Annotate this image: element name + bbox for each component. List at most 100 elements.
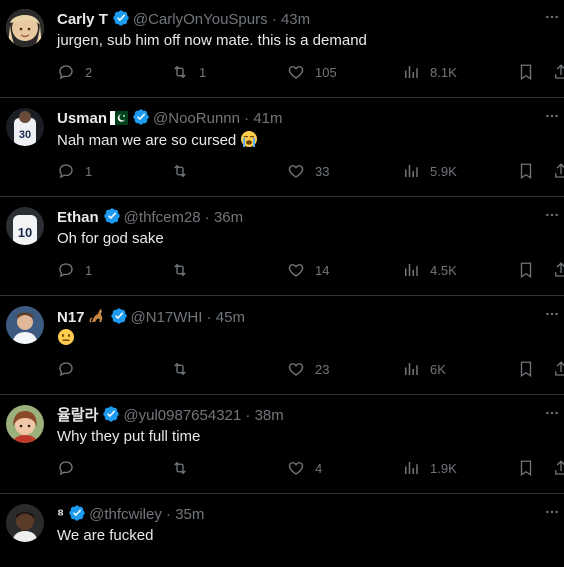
- heart-icon: [287, 162, 305, 180]
- like-count: 33: [315, 163, 330, 179]
- reply-button[interactable]: 1: [57, 161, 92, 181]
- display-name[interactable]: Usman: [57, 110, 107, 127]
- timestamp[interactable]: 36m: [214, 209, 243, 226]
- tweet[interactable]: Carly T @CarlyOnYouSpurs · 43m jurgen, su…: [0, 0, 564, 97]
- bookmark-button[interactable]: [517, 359, 535, 379]
- bookmark-button[interactable]: [517, 161, 535, 181]
- more-options-icon[interactable]: [544, 405, 560, 421]
- display-name[interactable]: Ethan: [57, 209, 99, 226]
- timestamp[interactable]: 38m: [255, 407, 284, 424]
- more-options-icon[interactable]: [544, 108, 560, 124]
- heart-icon: [287, 360, 305, 378]
- analytics-icon: [402, 63, 420, 81]
- reply-icon: [57, 162, 75, 180]
- reply-icon: [57, 459, 75, 477]
- retweet-button[interactable]: [171, 161, 199, 181]
- handle[interactable]: @NooRunnn: [153, 110, 240, 127]
- tweet[interactable]: ⁸ @thfcwiley · 35m We are fucked: [0, 495, 564, 567]
- handle[interactable]: @yul0987654321: [123, 407, 241, 424]
- reply-count: 1: [85, 262, 93, 278]
- reply-icon: [57, 360, 75, 378]
- divider: [0, 394, 564, 395]
- views-button[interactable]: 5.9K: [402, 161, 457, 181]
- bookmark-icon: [517, 162, 535, 180]
- heart-icon: [287, 261, 305, 279]
- retweet-button[interactable]: [171, 458, 199, 478]
- share-icon: [552, 261, 564, 279]
- share-button[interactable]: [552, 260, 564, 280]
- view-count: 1.9K: [430, 460, 457, 476]
- handle[interactable]: @N17WHI: [131, 309, 203, 326]
- retweet-button[interactable]: [171, 260, 199, 280]
- tweet[interactable]: 율랄라 @yul0987654321 · 38m Why they put ful…: [0, 396, 564, 493]
- more-options-icon[interactable]: [544, 207, 560, 223]
- reply-button[interactable]: [57, 359, 85, 379]
- retweet-button[interactable]: 1: [171, 62, 206, 82]
- share-button[interactable]: [552, 161, 564, 181]
- reply-button[interactable]: 2: [57, 62, 92, 82]
- bookmark-button[interactable]: [517, 62, 535, 82]
- timestamp[interactable]: 35m: [175, 506, 204, 523]
- avatar[interactable]: [6, 405, 44, 443]
- verified-badge-icon: [132, 108, 150, 126]
- analytics-icon: [402, 261, 420, 279]
- reply-button[interactable]: [57, 458, 85, 478]
- share-button[interactable]: [552, 359, 564, 379]
- display-name[interactable]: Carly T: [57, 11, 108, 28]
- analytics-icon: [402, 360, 420, 378]
- more-options-icon[interactable]: [544, 9, 560, 25]
- reply-icon: [57, 63, 75, 81]
- divider: [0, 295, 564, 296]
- bookmark-button[interactable]: [517, 458, 535, 478]
- view-count: 6K: [430, 361, 446, 377]
- like-count: 105: [315, 64, 337, 80]
- avatar[interactable]: 30: [6, 108, 44, 146]
- views-button[interactable]: 6K: [402, 359, 446, 379]
- share-button[interactable]: [552, 62, 564, 82]
- handle[interactable]: @CarlyOnYouSpurs: [133, 11, 268, 28]
- views-button[interactable]: 4.5K: [402, 260, 457, 280]
- handle[interactable]: @thfcwiley: [89, 506, 162, 523]
- like-button[interactable]: 14: [287, 260, 329, 280]
- separator-dot: ·: [206, 309, 212, 326]
- like-button[interactable]: 33: [287, 161, 329, 181]
- handle[interactable]: @thfcem28: [124, 209, 201, 226]
- like-button[interactable]: 105: [287, 62, 337, 82]
- tweet[interactable]: 30 Usman @NooRunnn · 41m Nah man we are s…: [0, 99, 564, 196]
- bookmark-icon: [517, 459, 535, 477]
- like-button[interactable]: 23: [287, 359, 329, 379]
- retweet-count: 1: [199, 64, 207, 80]
- views-button[interactable]: 8.1K: [402, 62, 457, 82]
- tweet-header: Ethan @thfcem28 · 36m: [57, 207, 243, 228]
- share-button[interactable]: [552, 458, 564, 478]
- display-name[interactable]: 율랄라: [57, 407, 98, 424]
- bookmark-icon: [517, 261, 535, 279]
- retweet-button[interactable]: [171, 359, 199, 379]
- display-name[interactable]: N17: [57, 309, 85, 326]
- pakistan-flag-icon: [110, 111, 129, 125]
- tweet[interactable]: 10 Ethan @thfcem28 · 36m Oh for god sake …: [0, 198, 564, 295]
- avatar[interactable]: [6, 9, 44, 47]
- verified-badge-icon: [112, 9, 130, 27]
- views-button[interactable]: 1.9K: [402, 458, 457, 478]
- timestamp[interactable]: 43m: [281, 11, 310, 28]
- heart-icon: [287, 459, 305, 477]
- avatar[interactable]: [6, 504, 44, 542]
- timestamp[interactable]: 41m: [253, 110, 282, 127]
- verified-badge-icon: [68, 504, 86, 522]
- heart-icon: [287, 63, 305, 81]
- more-options-icon[interactable]: [544, 504, 560, 520]
- tweet-text-container: Nah man we are so cursed: [57, 130, 258, 151]
- timestamp[interactable]: 45m: [216, 309, 245, 326]
- more-options-icon[interactable]: [544, 306, 560, 322]
- display-name[interactable]: ⁸: [57, 506, 64, 523]
- avatar[interactable]: [6, 306, 44, 344]
- tweet[interactable]: N17 @N17WHI · 45m 23 6K: [0, 297, 564, 394]
- reply-button[interactable]: 1: [57, 260, 92, 280]
- bookmark-button[interactable]: [517, 260, 535, 280]
- like-button[interactable]: 4: [287, 458, 322, 478]
- avatar[interactable]: 10: [6, 207, 44, 245]
- retweet-icon: [171, 360, 189, 378]
- share-icon: [552, 162, 564, 180]
- tweet-text: We are fucked: [57, 527, 154, 544]
